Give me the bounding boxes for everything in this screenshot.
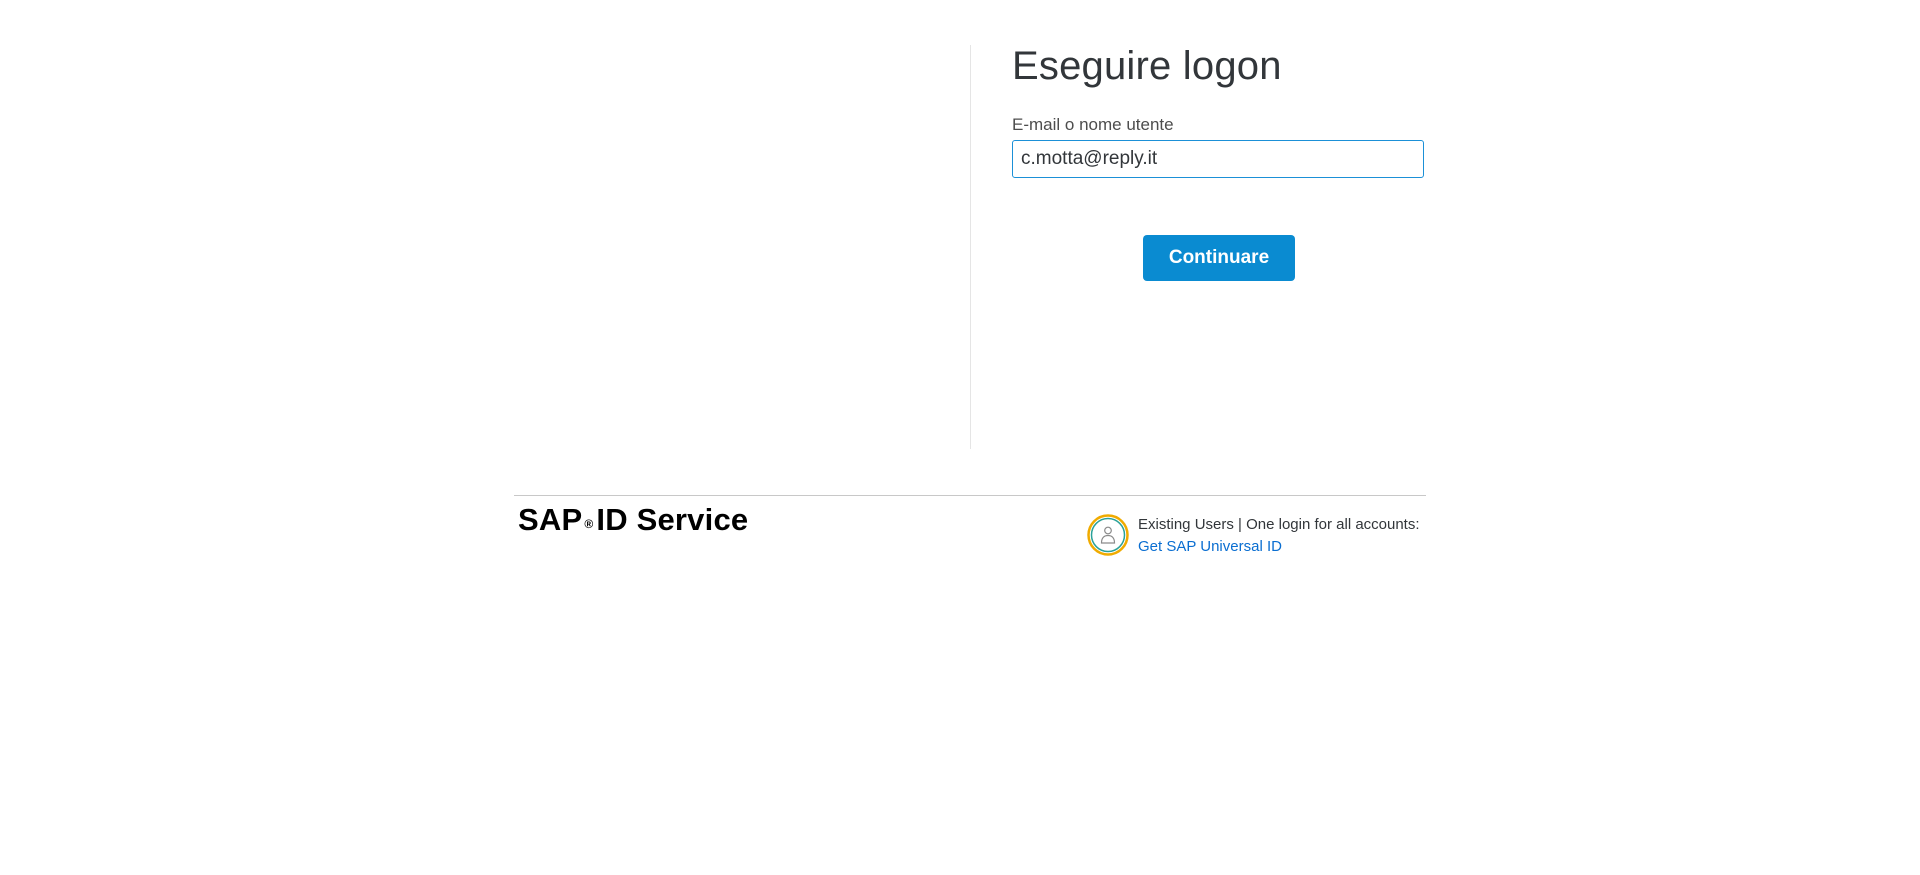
email-field-label: E-mail o nome utente bbox=[1012, 115, 1174, 134]
page-title: Eseguire logon bbox=[1012, 44, 1282, 88]
get-universal-id-link[interactable]: Get SAP Universal ID bbox=[1138, 538, 1282, 555]
email-field[interactable] bbox=[1021, 148, 1423, 170]
footer-divider bbox=[514, 495, 1426, 496]
brand-sap: SAP bbox=[518, 502, 583, 537]
brand-service: ID Service bbox=[596, 502, 749, 537]
brand-registered-mark: ® bbox=[584, 517, 594, 531]
logon-form: Eseguire logon E-mail o nome utente Cont… bbox=[1012, 40, 1426, 281]
sap-id-service-logo: SAP ®ID Service bbox=[518, 501, 748, 539]
left-panel bbox=[514, 45, 970, 449]
continue-button[interactable]: Continuare bbox=[1143, 235, 1295, 281]
universal-id-text: Existing Users | One login for all accou… bbox=[1138, 514, 1420, 558]
panel-divider bbox=[970, 45, 971, 449]
universal-id-promo: Existing Users | One login for all accou… bbox=[1087, 512, 1427, 560]
email-field-wrapper bbox=[1012, 140, 1424, 178]
page: Eseguire logon E-mail o nome utente Cont… bbox=[0, 0, 1920, 875]
universal-id-description: Existing Users | One login for all accou… bbox=[1138, 516, 1420, 533]
user-badge-icon bbox=[1087, 514, 1129, 556]
